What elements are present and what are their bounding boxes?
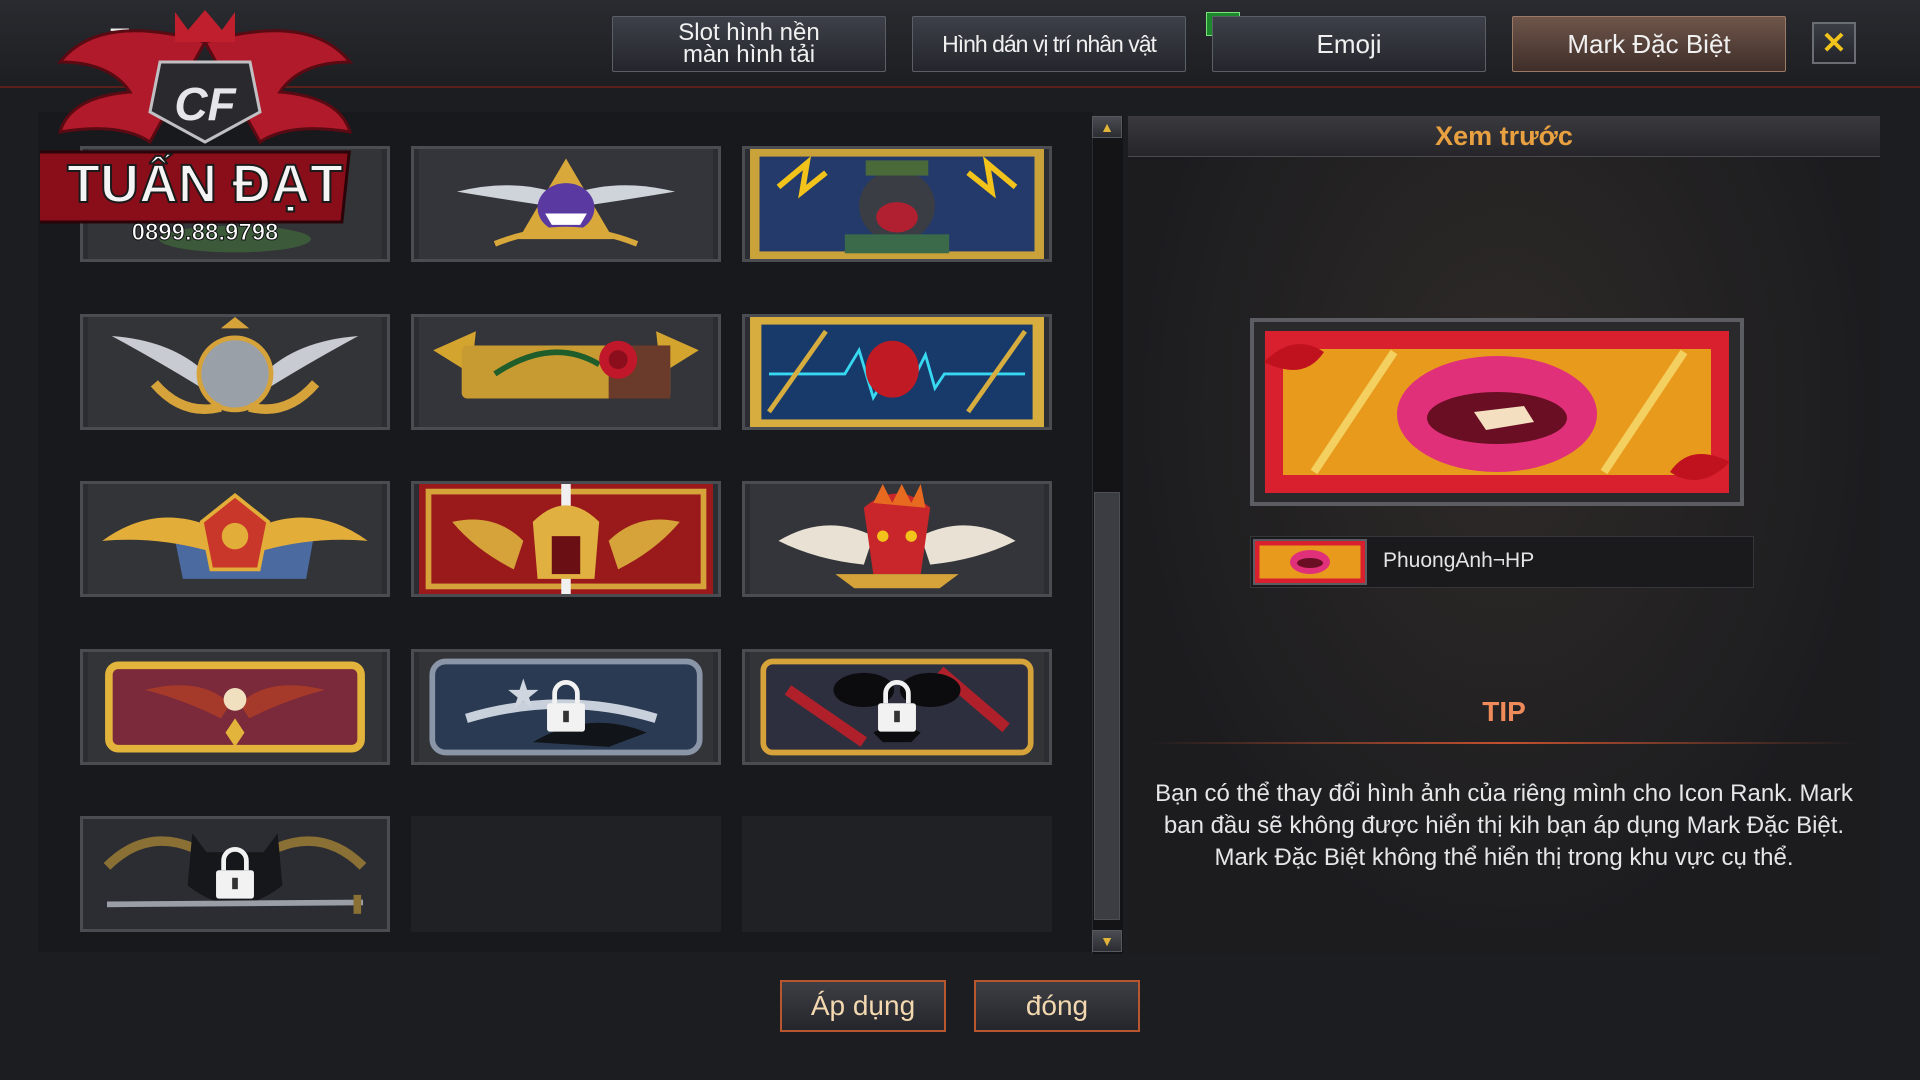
golden-wings-emblem-icon — [88, 484, 382, 594]
lips-mark-icon — [1254, 322, 1740, 502]
heartbeat-icon — [750, 317, 1044, 427]
tab-special-mark[interactable]: Mark Đặc Biệt — [1512, 16, 1786, 72]
mark-slot-8[interactable] — [411, 481, 721, 597]
spartan-helmet-icon — [419, 484, 713, 594]
brand-logo: CF TUẤN ĐẠT 0899.88.9798 — [40, 10, 354, 247]
preview-mark-image — [1250, 318, 1744, 506]
empty-slot — [742, 816, 1052, 932]
mark-thumbnail — [1253, 539, 1367, 585]
lock-icon — [547, 680, 585, 732]
preview-title: Xem trước — [1128, 116, 1880, 157]
tab-loading-screen-slot[interactable]: Slot hình nền màn hình tải — [612, 16, 886, 72]
empty-slot — [411, 816, 721, 932]
mark-slot-12[interactable] — [742, 649, 1052, 765]
player-name: PhuongAnh¬HP — [1383, 549, 1535, 572]
player-name-bar: PhuongAnh¬HP — [1250, 536, 1754, 588]
tab-emoji[interactable]: Emoji — [1212, 16, 1486, 72]
scroll-down-icon[interactable]: ▼ — [1092, 930, 1122, 952]
mark-slot-13[interactable] — [80, 816, 390, 932]
logo-monogram: CF — [174, 78, 237, 130]
lock-icon — [216, 847, 254, 899]
mark-slot-3[interactable] — [742, 146, 1052, 262]
lock-icon — [878, 680, 916, 732]
logo-phone: 0899.88.9798 — [132, 219, 279, 246]
apply-button[interactable]: Áp dụng — [780, 980, 946, 1032]
silver-eagle-wings-icon — [88, 317, 382, 427]
fire-demon-icon — [750, 484, 1044, 594]
tip-title: TIP — [1482, 696, 1526, 727]
eagle-gold-frame-icon — [88, 652, 382, 762]
scrollbar-thumb[interactable] — [1094, 492, 1120, 920]
mark-slot-5[interactable] — [411, 314, 721, 430]
rose-pistol-icon — [419, 317, 713, 427]
mark-slot-4[interactable] — [80, 314, 390, 430]
mark-slot-6[interactable] — [742, 314, 1052, 430]
tip-divider — [1148, 742, 1860, 744]
scroll-up-icon[interactable]: ▲ — [1092, 116, 1122, 138]
logo-brand-text: TUẤN ĐẠT — [67, 154, 343, 214]
close-button[interactable]: đóng — [974, 980, 1140, 1032]
mark-slot-7[interactable] — [80, 481, 390, 597]
mark-slot-11[interactable] — [411, 649, 721, 765]
preview-panel: Xem trước PhuongAnh¬HP TIP Bạn có thể th… — [1128, 116, 1880, 954]
close-icon[interactable]: ✕ — [1812, 22, 1856, 64]
shark-wings-icon — [419, 149, 713, 259]
gorilla-general-icon — [750, 149, 1044, 259]
mark-slot-10[interactable] — [80, 649, 390, 765]
mark-slot-9[interactable] — [742, 481, 1052, 597]
tab-character-sticker[interactable]: Hình dán vị trí nhân vật — [912, 16, 1186, 72]
tip-text: Bạn có thể thay đổi hình ảnh của riêng m… — [1155, 780, 1853, 871]
mark-slot-2[interactable] — [411, 146, 721, 262]
lips-mark-thumb-icon — [1255, 541, 1365, 583]
